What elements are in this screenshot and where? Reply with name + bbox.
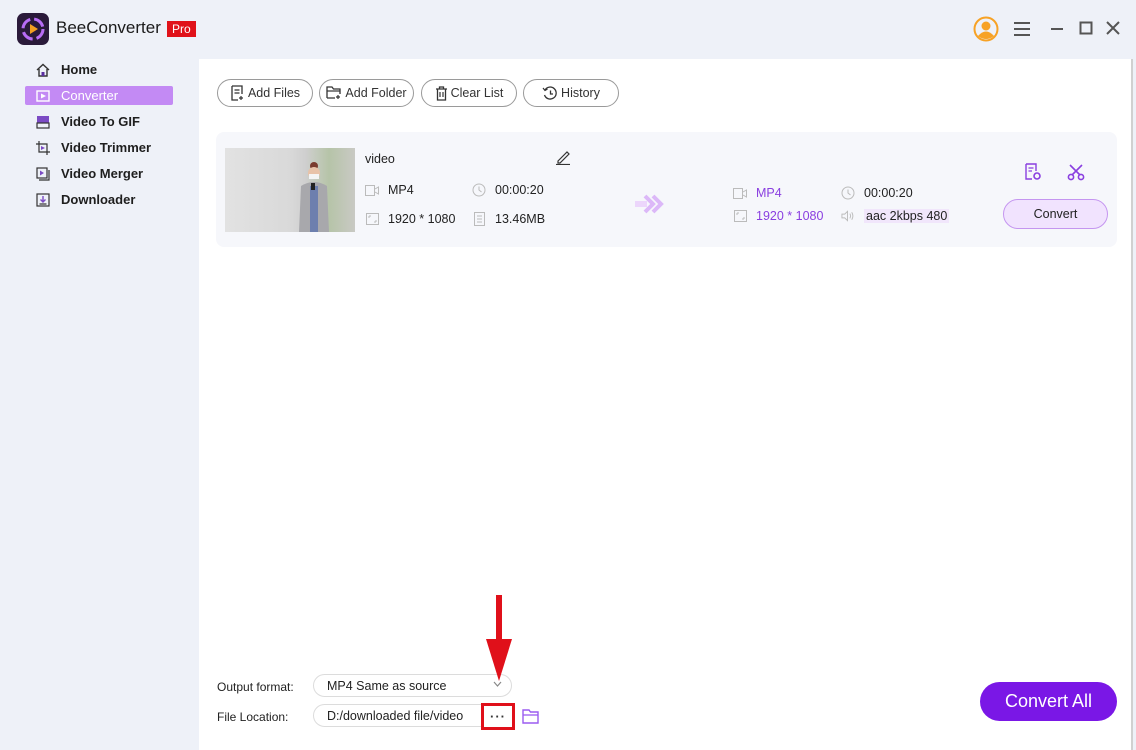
minimize-icon[interactable] <box>1050 21 1064 35</box>
sidebar-item-video-to-gif[interactable]: Video To GIF <box>25 112 173 131</box>
source-resolution: 1920 * 1080 <box>365 212 455 226</box>
clock-icon <box>472 183 486 197</box>
history-icon <box>542 85 557 100</box>
convert-all-button[interactable]: Convert All <box>980 682 1117 721</box>
maximize-icon[interactable] <box>1079 21 1093 35</box>
home-icon <box>36 63 50 77</box>
app-title: BeeConverter <box>56 18 161 37</box>
annotation-arrow-icon <box>484 595 514 686</box>
file-name: video <box>365 152 395 166</box>
edit-settings-icon[interactable] <box>1024 163 1042 186</box>
file-size-icon <box>472 212 486 226</box>
open-folder-icon[interactable] <box>522 709 540 729</box>
history-button[interactable]: History <box>523 79 619 107</box>
thumbnail-person-image <box>299 162 329 232</box>
sidebar-item-label: Video To GIF <box>61 114 140 129</box>
sidebar-item-label: Video Trimmer <box>61 140 152 155</box>
history-label: History <box>561 86 600 100</box>
output-duration: 00:00:20 <box>841 186 913 200</box>
sidebar-item-video-trimmer[interactable]: Video Trimmer <box>25 138 173 157</box>
speaker-icon <box>841 209 855 223</box>
sidebar-item-label: Downloader <box>61 192 136 207</box>
source-format: MP4 <box>365 183 414 197</box>
sidebar-item-downloader[interactable]: Downloader <box>25 190 173 209</box>
resolution-icon <box>365 212 379 226</box>
edit-name-icon[interactable] <box>555 149 571 170</box>
sidebar-item-label: Video Merger <box>61 166 144 181</box>
add-folder-icon <box>326 86 342 99</box>
sidebar-item-video-merger[interactable]: Video Merger <box>25 164 173 183</box>
download-icon <box>36 192 50 207</box>
trash-icon <box>435 85 447 101</box>
browse-location-button[interactable]: ··· <box>481 703 515 730</box>
output-resolution[interactable]: 1920 * 1080 <box>733 209 823 223</box>
pro-badge: Pro <box>167 21 196 37</box>
sidebar-item-label: Home <box>61 62 98 77</box>
menu-icon[interactable] <box>1013 21 1031 37</box>
video-camera-icon <box>365 183 379 197</box>
converter-icon <box>36 89 50 103</box>
output-format[interactable]: MP4 <box>733 186 782 200</box>
merge-icon <box>36 166 50 181</box>
convert-arrow-icon <box>635 194 665 219</box>
clear-list-label: Clear List <box>450 86 504 100</box>
output-format-label: Output format: <box>217 680 294 694</box>
add-file-icon <box>231 85 243 101</box>
add-folder-button[interactable]: Add Folder <box>319 79 414 107</box>
video-camera-icon <box>733 186 747 200</box>
add-folder-label: Add Folder <box>345 86 407 100</box>
user-avatar-icon[interactable] <box>973 16 999 42</box>
scissors-icon[interactable] <box>1067 163 1085 186</box>
sidebar-item-label: Converter <box>61 88 119 103</box>
main-panel: Add Files Add Folder Clear List History … <box>199 59 1133 750</box>
convert-button[interactable]: Convert <box>1003 199 1108 229</box>
output-audio[interactable]: aac 2kbps 480 <box>841 209 950 223</box>
file-card: video MP4 00:00:20 1920 * 1080 13.46MB M… <box>216 132 1117 247</box>
video-thumbnail[interactable] <box>225 148 355 232</box>
close-icon[interactable] <box>1106 21 1120 35</box>
output-format-dropdown[interactable]: MP4 Same as source <box>313 674 512 697</box>
clear-list-button[interactable]: Clear List <box>421 79 517 107</box>
resolution-icon <box>733 209 747 223</box>
sidebar-item-home[interactable]: Home <box>25 60 173 79</box>
sidebar-item-converter[interactable]: Converter <box>25 86 173 105</box>
source-duration: 00:00:20 <box>472 183 544 197</box>
file-location-label: File Location: <box>217 710 289 724</box>
add-files-label: Add Files <box>247 86 301 100</box>
source-size: 13.46MB <box>472 212 545 226</box>
add-files-button[interactable]: Add Files <box>217 79 313 107</box>
app-logo <box>17 13 49 45</box>
clock-icon <box>841 186 855 200</box>
trim-icon <box>36 140 50 155</box>
gif-icon <box>36 115 50 129</box>
